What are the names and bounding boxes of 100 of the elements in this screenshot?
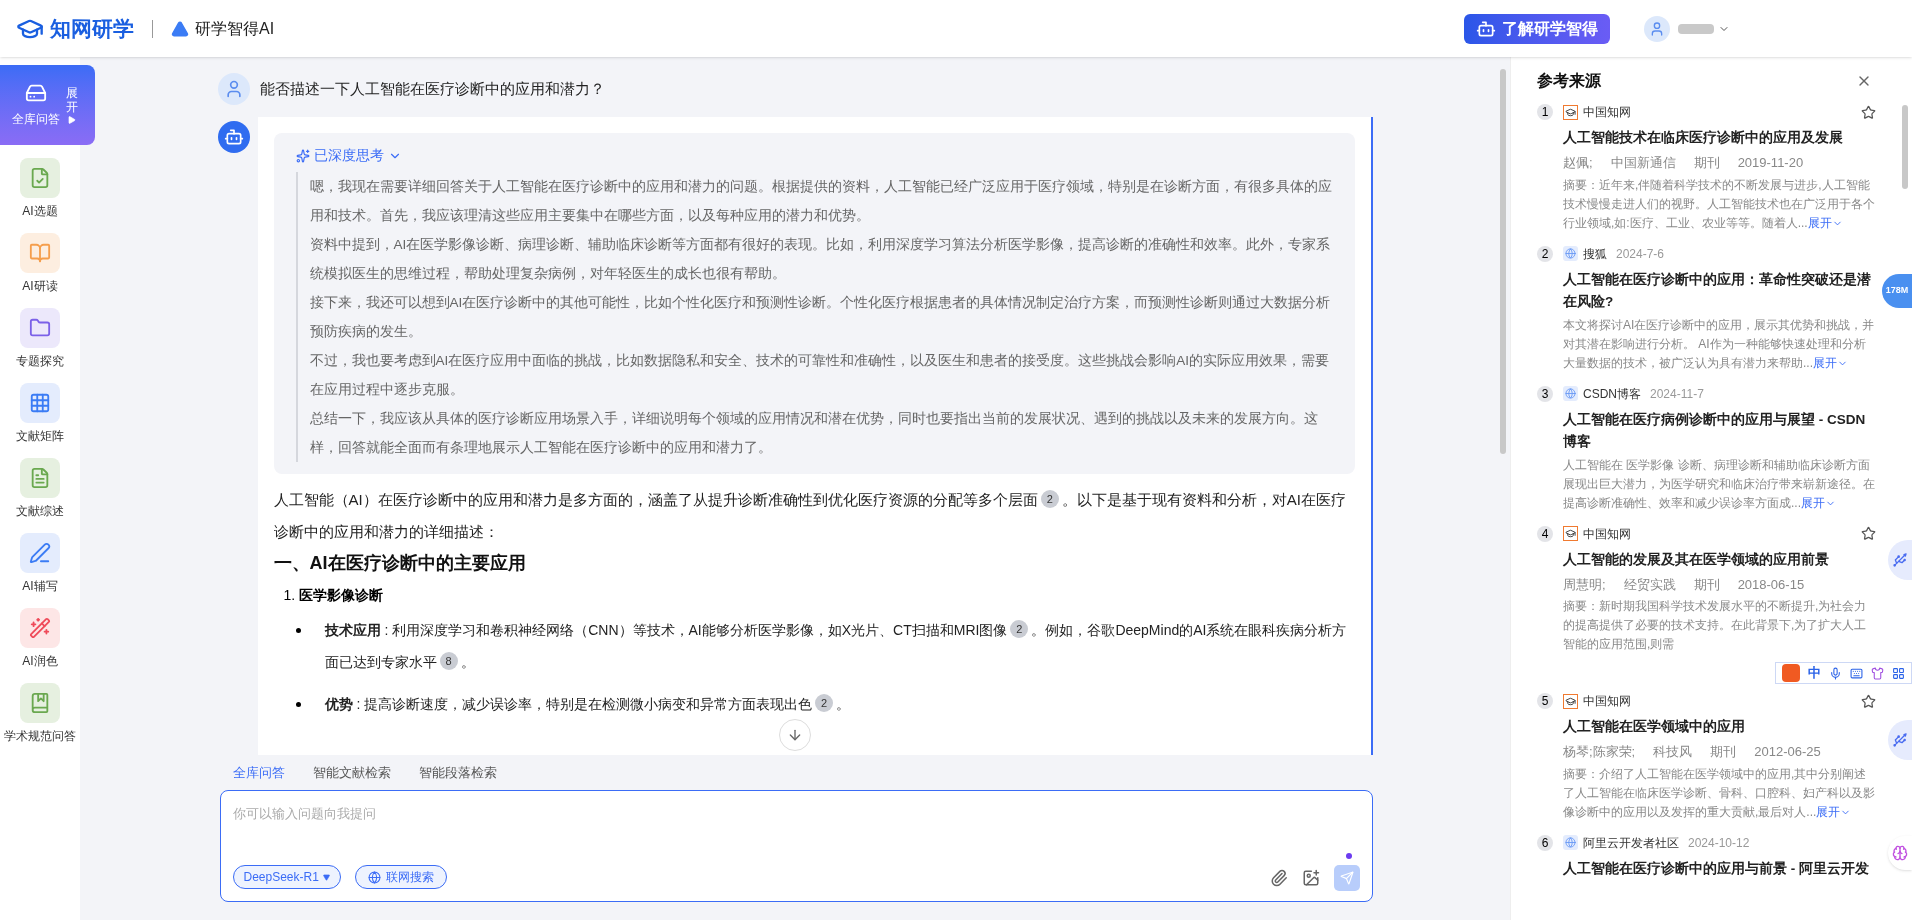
answer-paragraph: 人工智能（AI）在医疗诊断中的应用和潜力是多方面的，涵盖了从提升诊断准确性到优化医疗资源的分配等多个层面 2 。以下是基于现有资料和分析，对AI在医疗诊断中的应用和潜力的详细描述： xyxy=(273,489,1347,542)
source-logo-icon xyxy=(1563,104,1578,120)
sidebar-label: 专题探究 xyxy=(16,353,64,370)
sidebar-item[interactable]: AI研读 xyxy=(0,233,80,295)
source-name: 中国知网 xyxy=(1583,104,1631,121)
reference-number: 2 xyxy=(1537,245,1553,262)
reference-title[interactable]: 人工智能在医疗病例诊断中的应用与展望 - CSDN博客 xyxy=(1563,408,1876,453)
image-upload-icon[interactable] xyxy=(1301,869,1320,887)
sidebar-item[interactable]: AI润色 xyxy=(0,608,80,670)
source-date: 2024-10-12 xyxy=(1688,834,1750,852)
expand-link[interactable]: 展开 xyxy=(1807,215,1843,230)
product-name: 研学智得AI xyxy=(195,18,275,39)
tool-icon xyxy=(20,158,60,198)
expand-label[interactable]: 展开 xyxy=(66,85,78,115)
globe-icon xyxy=(1563,835,1578,850)
expand-arrow-icon xyxy=(68,116,76,125)
expand-link[interactable]: 展开 xyxy=(1813,355,1848,370)
microphone-icon[interactable] xyxy=(1829,666,1842,680)
sparkle-icon xyxy=(295,148,310,163)
reference-abstract: 摘要：近年来,伴随着科学技术的不断发展与进步,人工智能技术慢慢走进人们的视野。人工智能技术也在广泛用于各个行业领域,如:医疗、工业、农业等等。随着人...展开 xyxy=(1563,176,1876,232)
expand-link[interactable]: 展开 xyxy=(1816,804,1852,819)
reference-meta: 期刊 xyxy=(1710,743,1737,761)
mode-tab[interactable]: 智能文献检索 xyxy=(312,762,391,782)
model-select[interactable]: DeepSeek-R1 xyxy=(232,865,341,889)
mode-tab[interactable]: 全库问答 xyxy=(232,762,285,782)
blurred-username xyxy=(1678,23,1714,34)
reference-title[interactable]: 人工智能技术在临床医疗诊断中的应用及发展 xyxy=(1563,127,1876,149)
reference-title[interactable]: 人工智能在医学领域中的应用 xyxy=(1563,716,1876,738)
promo-button[interactable]: 了解研学智得 xyxy=(1464,13,1610,44)
favorite-star-icon[interactable] xyxy=(1861,104,1876,120)
sidebar-label: AI辅写 xyxy=(22,578,58,595)
source-name: CSDN博客 xyxy=(1583,385,1641,403)
drive-icon xyxy=(25,82,47,104)
sidebar-label: 文献综述 xyxy=(16,503,64,520)
scrollbar-thumb[interactable] xyxy=(1500,69,1506,454)
question-input[interactable]: 你可以输入问题向我提问 DeepSeek-R1 联网搜索 xyxy=(219,790,1373,902)
tool-icon xyxy=(20,233,60,273)
reference-title[interactable]: 人工智能在医疗诊断中的应用：革命性突破还是潜在风险? xyxy=(1563,268,1876,313)
citation-badge[interactable]: 2 xyxy=(1010,620,1029,638)
sidebar-item[interactable]: 专题探究 xyxy=(0,308,80,370)
ime-mode[interactable]: 中 xyxy=(1808,663,1821,683)
bullet-text: 技术应用 : 利用深度学习和卷积神经网络（CNN）等技术，AI能够分析医学影像，如X光片、CT扫描和MRI图像 2 。例如，谷歌DeepMind的AI系统在眼科疾病分析方面已达到专家水平 8 。 xyxy=(324,619,1348,672)
question-field[interactable]: 你可以输入问题向我提问 xyxy=(232,804,1360,824)
reference-meta: 期刊 xyxy=(1693,575,1720,594)
thinking-paragraph: 资料中提到，AI在医学影像诊断、病理诊断、辅助临床诊断等方面都有很好的表现。比如，利用深度学习算法分析医学影像，提高诊断的准确性和效率。此外，专家系统模拟医生的思维过程，帮助处理复杂病例，对年轻医生的成长也很有帮助。 xyxy=(309,236,1332,283)
sidebar-item[interactable]: 学术规范问答 xyxy=(0,683,80,745)
thinking-paragraph: 总结一下，我应该从具体的医疗诊断应用场景入手，详细说明每个领域的应用情况和潜在优势，同时也要指出当前的发展状况、遇到的挑战以及未来的发展方向。这样，回答就能全面而有条理地展示人工智能在医疗诊断中的应用和潜力了。 xyxy=(309,410,1319,457)
reference-meta: 2019-11-20 xyxy=(1737,154,1804,172)
reference-meta: 中国新通信 xyxy=(1610,154,1676,172)
web-search-button[interactable]: 联网搜索 xyxy=(354,865,447,889)
answer-heading: 一、AI在医疗诊断中的主要应用 xyxy=(273,552,527,575)
mode-tab[interactable]: 智能段落检索 xyxy=(418,762,497,782)
keyboard-icon[interactable] xyxy=(1850,666,1863,680)
bot-avatar xyxy=(217,121,250,153)
reference-meta: 杨琴;陈家荣; xyxy=(1563,743,1636,761)
expand-link[interactable]: 展开 xyxy=(1801,495,1836,510)
reference-title[interactable]: 人工智能在医疗诊断中的应用与前景 - 阿里云开发 xyxy=(1563,857,1876,880)
citation-badge[interactable]: 2 xyxy=(815,694,834,712)
favorite-star-icon[interactable] xyxy=(1861,693,1876,709)
sidebar-label: AI润色 xyxy=(22,653,58,670)
globe-icon xyxy=(367,870,381,884)
reference-abstract: 摘要：介绍了人工智能在医学领域中的应用,其中分别阐述了人工智能在临床医学诊断、骨科、口腔科、妇产科以及影像诊断中的应用以及发挥的重大贡献,最后对人...展开 xyxy=(1563,765,1876,821)
source-date: 2024-11-7 xyxy=(1650,385,1704,403)
tool-icon xyxy=(20,533,60,573)
attach-icon[interactable] xyxy=(1269,869,1288,887)
tool-icon xyxy=(20,608,60,648)
ime-logo-icon[interactable] xyxy=(1782,664,1800,682)
sidebar-label: 文献矩阵 xyxy=(16,428,64,445)
user-avatar xyxy=(217,73,250,105)
reference-abstract: 摘要：新时期我国科学技术发展水平的不断提升,为社会力的提高提供了必要的技术支持。在此背景下,为了扩大人工智能的应用范围,则需 xyxy=(1563,598,1868,653)
citation-badge[interactable]: 8 xyxy=(439,652,458,670)
sidebar-item[interactable]: 全库问答 展开 xyxy=(0,65,95,145)
reference-meta: 2012-06-25 xyxy=(1754,743,1821,761)
bullet-text: 优势 : 提高诊断速度，减少误诊率，特别是在检测微小病变和异常方面表现出色 2 。 xyxy=(324,693,851,714)
reference-meta: 期刊 xyxy=(1693,154,1720,172)
thinking-toggle[interactable]: 已深度思考 xyxy=(295,145,1333,166)
grid-icon[interactable] xyxy=(1892,666,1905,680)
reference-number: 4 xyxy=(1537,525,1553,542)
list-heading: 医学影像诊断 xyxy=(299,586,384,605)
caret-icon xyxy=(322,873,330,881)
reference-meta: 赵佩; xyxy=(1563,154,1593,172)
user-avatar[interactable] xyxy=(1644,15,1670,42)
sidebar-item[interactable]: AI辅写 xyxy=(0,533,80,595)
sidebar-item[interactable]: 文献矩阵 xyxy=(0,383,80,445)
favorite-star-icon[interactable] xyxy=(1861,526,1876,541)
citation-badge[interactable]: 2 xyxy=(1040,490,1059,508)
sidebar-item[interactable]: AI选题 xyxy=(0,158,80,220)
source-logo-icon xyxy=(1563,693,1578,709)
reference-abstract: 本文将探讨AI在医疗诊断中的应用，展示其优势和挑战，并对其潜在影响进行分析。 AI作为一种能够快速处理和分析大量数据的技术，被广泛认为具有潜力来帮助...展开 xyxy=(1563,316,1876,372)
list-number: 1. xyxy=(283,586,296,605)
scrollbar-thumb[interactable] xyxy=(1902,105,1908,189)
reference-number: 1 xyxy=(1537,104,1553,120)
reference-number: 3 xyxy=(1537,385,1553,402)
panel-title: 参考来源 xyxy=(1537,71,1601,91)
shirt-icon[interactable] xyxy=(1871,666,1884,680)
sidebar-label: AI选题 xyxy=(22,203,58,220)
reference-meta: 经贸实践 xyxy=(1623,575,1676,594)
reference-number: 5 xyxy=(1537,693,1553,709)
sidebar-item[interactable]: 文献综述 xyxy=(0,458,80,520)
reference-title[interactable]: 人工智能的发展及其在医学领域的应用前景 xyxy=(1563,548,1876,571)
